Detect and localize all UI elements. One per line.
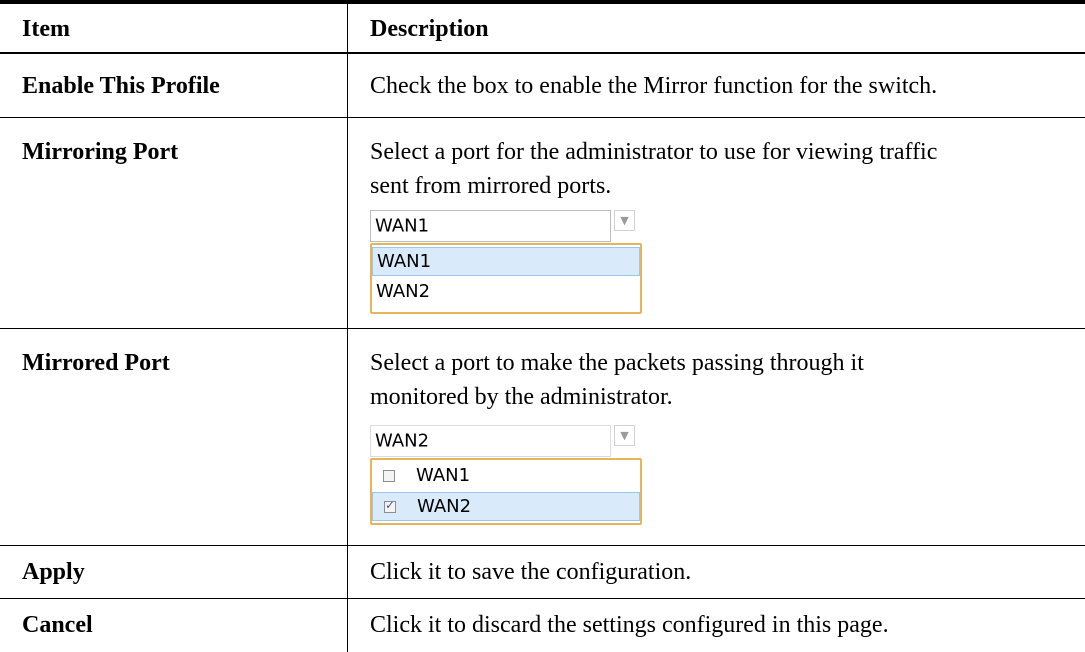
dropdown-option-wan1[interactable]: WAN1 (372, 462, 640, 491)
item-mirrored-port: Mirrored Port (22, 350, 170, 376)
option-label: WAN1 (377, 251, 432, 272)
description-text: monitored by the administrator. (370, 384, 673, 410)
dropdown-option-wan1[interactable]: WAN1 (372, 247, 640, 276)
description-text: Click it to discard the settings configu… (370, 612, 889, 638)
checkbox-wan2[interactable]: ✓ (384, 498, 396, 513)
row-rule (0, 328, 1085, 329)
mirroring-port-dropdown[interactable]: WAN1 ▼ WAN1 WAN2 (370, 210, 642, 320)
dropdown-button[interactable]: ▼ (614, 425, 635, 446)
chevron-down-icon: ▼ (620, 214, 629, 227)
option-label: WAN2 (376, 281, 431, 302)
checkbox-wan1[interactable] (383, 470, 395, 482)
description-table: Item Description Enable This Profile Che… (0, 0, 1085, 652)
selected-value: WAN1 (375, 215, 430, 237)
header-description: Description (370, 16, 489, 42)
dropdown-button[interactable]: ▼ (614, 210, 635, 231)
column-divider (347, 4, 348, 652)
description-text: Select a port for the administrator to u… (370, 139, 938, 165)
mirroring-port-select[interactable]: WAN1 (370, 210, 611, 242)
description-text: sent from mirrored ports. (370, 173, 612, 199)
dropdown-list: WAN1 ✓ WAN2 (370, 458, 642, 525)
description-text: Click it to save the configuration. (370, 559, 692, 585)
option-label: WAN1 (416, 465, 471, 486)
item-mirroring-port: Mirroring Port (22, 139, 179, 165)
row-rule (0, 598, 1085, 599)
header-rule (0, 52, 1085, 54)
dropdown-option-wan2[interactable]: WAN2 (372, 278, 640, 307)
header-item: Item (22, 16, 70, 42)
dropdown-option-wan2[interactable]: ✓ WAN2 (372, 492, 640, 521)
selected-value: WAN2 (375, 430, 430, 452)
top-rule (0, 0, 1085, 4)
row-rule (0, 545, 1085, 546)
item-cancel: Cancel (22, 612, 93, 638)
row-rule (0, 117, 1085, 118)
dropdown-list: WAN1 WAN2 (370, 243, 642, 314)
option-label: WAN2 (417, 496, 472, 517)
checkmark-icon: ✓ (385, 498, 396, 512)
mirrored-port-select[interactable]: WAN2 (370, 425, 611, 457)
description-text: Select a port to make the packets passin… (370, 350, 864, 376)
item-apply: Apply (22, 559, 85, 585)
description-text: Check the box to enable the Mirror funct… (370, 73, 938, 99)
mirrored-port-dropdown[interactable]: WAN2 ▼ WAN1 ✓ WAN2 (370, 425, 642, 535)
chevron-down-icon: ▼ (620, 429, 629, 442)
item-enable-profile: Enable This Profile (22, 73, 220, 99)
